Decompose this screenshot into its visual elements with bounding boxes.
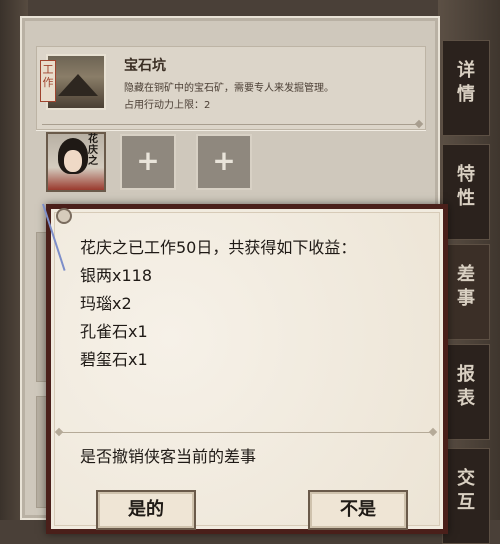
tab-report[interactable]: 报 表 xyxy=(442,344,490,440)
job-name: 宝石坑 xyxy=(124,58,166,74)
add-worker-slot-2[interactable]: + xyxy=(196,134,252,190)
dialog-question: 是否撤销侠客当前的差事 xyxy=(80,447,257,466)
yes-button[interactable]: 是的 xyxy=(96,490,196,530)
reward-item: 银两x118 xyxy=(80,266,153,285)
tab-interact-char: 互 xyxy=(457,492,475,513)
dialog-divider xyxy=(60,432,432,433)
dialog-summary: 花庆之已工作50日，共获得如下收益： xyxy=(80,238,357,257)
portrait-face xyxy=(64,150,82,172)
mine-tent-icon xyxy=(58,74,98,96)
add-worker-slot-1[interactable]: + xyxy=(120,134,176,190)
pin-icon xyxy=(56,208,72,224)
tab-errands[interactable]: 差 事 xyxy=(442,244,490,340)
worker-name: 花庆之 xyxy=(88,134,98,167)
reward-item: 碧玺石x1 xyxy=(80,350,148,369)
job-description: 隐藏在铜矿中的宝石矿，需要专人来发掘管理。 xyxy=(124,83,334,94)
tab-details[interactable]: 详 情 xyxy=(442,40,490,136)
reward-item: 孔雀石x1 xyxy=(80,322,148,341)
tab-errands-char: 事 xyxy=(457,288,475,309)
no-button[interactable]: 不是 xyxy=(308,490,408,530)
tab-traits-char: 性 xyxy=(457,188,475,209)
tab-details-char: 详 xyxy=(457,60,475,81)
tab-interact[interactable]: 交 互 xyxy=(442,448,490,544)
tab-traits-char: 特 xyxy=(457,164,475,185)
tab-errands-char: 差 xyxy=(457,264,475,285)
tab-report-char: 表 xyxy=(457,388,475,409)
job-limit: 占用行动力上限：2 xyxy=(124,100,211,111)
job-tag: 工作 xyxy=(40,60,56,102)
card-divider xyxy=(42,124,418,125)
tab-interact-char: 交 xyxy=(457,468,475,489)
tab-report-char: 报 xyxy=(457,364,475,385)
tab-traits[interactable]: 特 性 xyxy=(442,144,490,240)
reward-item: 玛瑙x2 xyxy=(80,294,132,313)
tab-details-char: 情 xyxy=(457,84,475,105)
